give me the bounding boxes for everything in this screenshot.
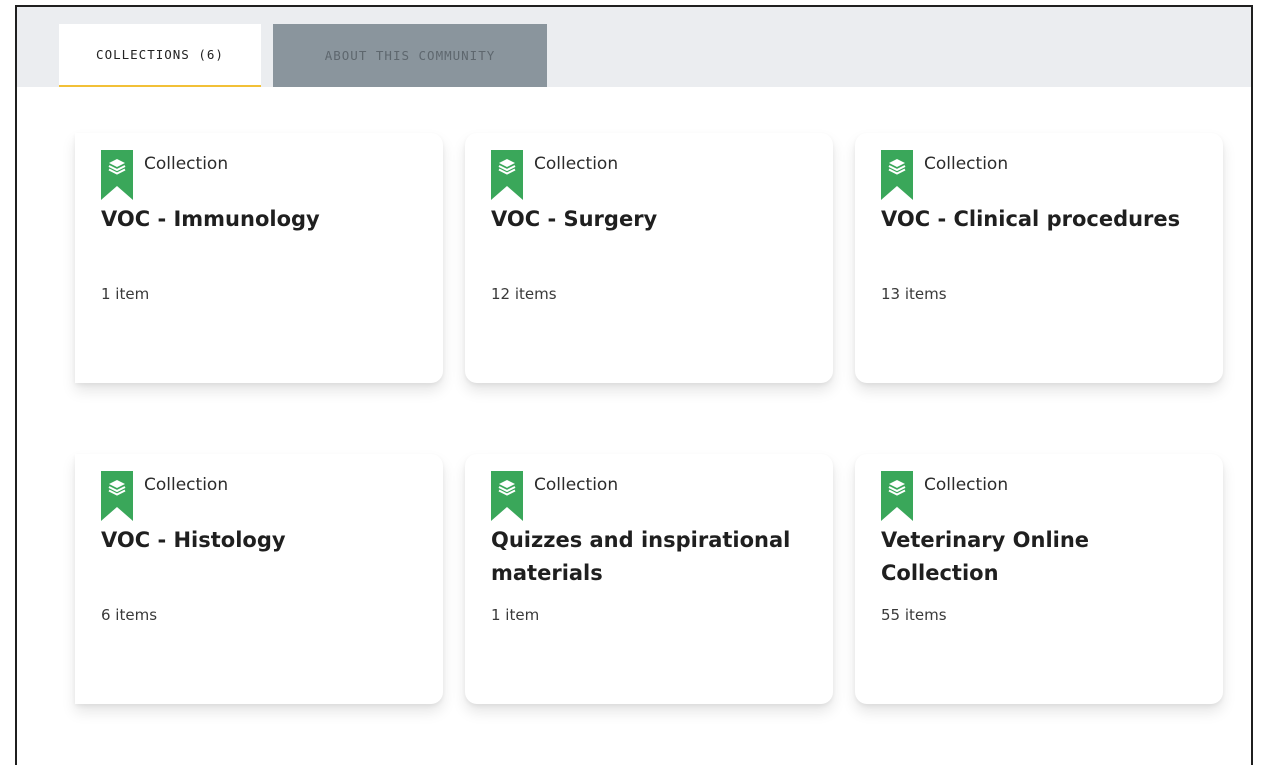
card-title[interactable]: VOC - Histology bbox=[101, 524, 421, 604]
card-header: Collection bbox=[491, 471, 807, 521]
card-header: Collection bbox=[101, 150, 417, 200]
item-count: 1 item bbox=[491, 606, 540, 624]
tab-about-community[interactable]: ABOUT THIS COMMUNITY bbox=[273, 24, 547, 87]
card-title[interactable]: VOC - Clinical procedures bbox=[881, 203, 1201, 283]
card-header: Collection bbox=[881, 471, 1197, 521]
card-title[interactable]: Veterinary Online Collection bbox=[881, 524, 1201, 604]
card-header: Collection bbox=[101, 471, 417, 521]
collection-ribbon-icon bbox=[101, 471, 133, 521]
card-type-label: Collection bbox=[144, 475, 229, 495]
collection-ribbon-icon bbox=[101, 150, 133, 200]
community-page: COLLECTIONS (6) ABOUT THIS COMMUNITY Col… bbox=[15, 5, 1253, 765]
card-type-label: Collection bbox=[924, 154, 1009, 174]
item-count: 13 items bbox=[881, 285, 947, 303]
collection-card[interactable]: Collection VOC - Clinical procedures 13 … bbox=[855, 133, 1223, 383]
card-type-label: Collection bbox=[144, 154, 229, 174]
collection-card[interactable]: Collection Quizzes and inspirational mat… bbox=[465, 454, 833, 704]
item-count: 6 items bbox=[101, 606, 158, 624]
collection-card[interactable]: Collection VOC - Immunology 1 item bbox=[75, 133, 443, 383]
card-type-label: Collection bbox=[924, 475, 1009, 495]
card-type-label: Collection bbox=[534, 475, 619, 495]
tab-collections[interactable]: COLLECTIONS (6) bbox=[59, 24, 261, 87]
card-header: Collection bbox=[491, 150, 807, 200]
collection-ribbon-icon bbox=[881, 471, 913, 521]
card-type-label: Collection bbox=[534, 154, 619, 174]
card-title[interactable]: VOC - Surgery bbox=[491, 203, 811, 283]
collection-card[interactable]: Collection VOC - Surgery 12 items bbox=[465, 133, 833, 383]
card-title[interactable]: Quizzes and inspirational materials bbox=[491, 524, 811, 604]
collection-ribbon-icon bbox=[881, 150, 913, 200]
card-header: Collection bbox=[881, 150, 1197, 200]
item-count: 1 item bbox=[101, 285, 150, 303]
collection-card[interactable]: Collection VOC - Histology 6 items bbox=[75, 454, 443, 704]
card-title[interactable]: VOC - Immunology bbox=[101, 203, 421, 283]
tab-bar: COLLECTIONS (6) ABOUT THIS COMMUNITY bbox=[17, 7, 1251, 87]
collection-ribbon-icon bbox=[491, 471, 523, 521]
collection-ribbon-icon bbox=[491, 150, 523, 200]
item-count: 12 items bbox=[491, 285, 557, 303]
item-count: 55 items bbox=[881, 606, 947, 624]
collection-card[interactable]: Collection Veterinary Online Collection … bbox=[855, 454, 1223, 704]
